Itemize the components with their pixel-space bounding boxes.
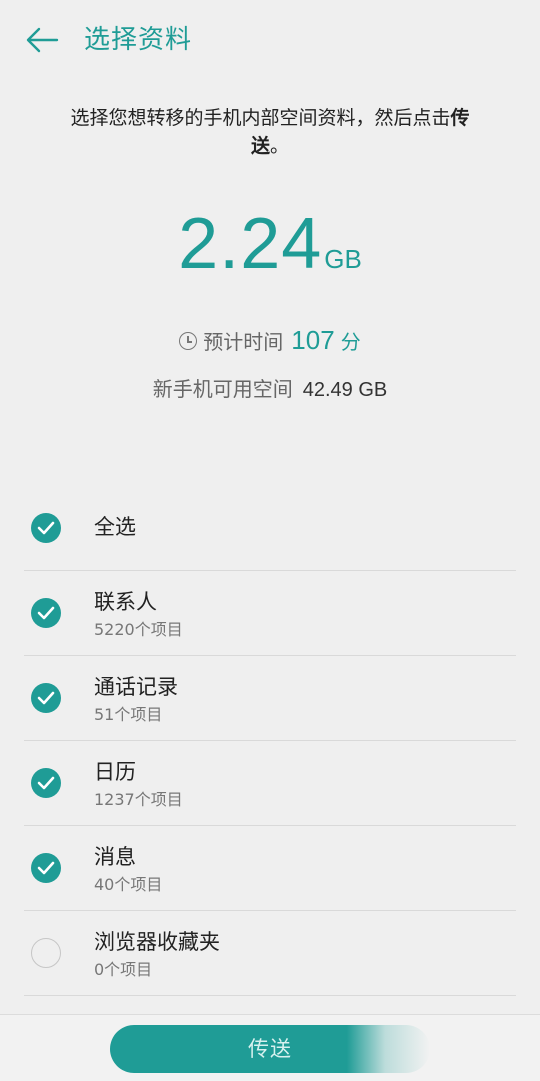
transfer-size-unit: GB (324, 244, 362, 274)
list-item-title: 消息 (94, 845, 136, 869)
list-item-count: 0个项目 (94, 960, 153, 979)
checked-icon[interactable] (31, 853, 61, 883)
page-title: 选择资料 (84, 25, 193, 55)
list-item-count: 5220个项目 (94, 620, 183, 639)
transfer-size: 2.24GB (0, 196, 540, 292)
list-item-title: 通话记录 (94, 675, 178, 699)
list-item-title: 联系人 (94, 590, 157, 614)
list-item-count: 51个项目 (94, 705, 163, 724)
list-item-count: 40个项目 (94, 875, 163, 894)
checked-icon[interactable] (31, 768, 61, 798)
instruction-text-end: 。 (270, 135, 290, 157)
list-item-messages[interactable]: 消息 40个项目 (24, 826, 516, 911)
transfer-size-value: 2.24 (178, 204, 323, 284)
available-space: 新手机可用空间 42.49 GB (0, 372, 540, 407)
checked-icon[interactable] (31, 683, 61, 713)
send-button[interactable]: 传送 (110, 1025, 430, 1073)
list-item-calendar[interactable]: 日历 1237个项目 (24, 741, 516, 826)
instruction-text: 选择您想转移的手机内部空间资料，然后点击传送。 (60, 104, 480, 160)
checked-icon[interactable] (31, 513, 61, 543)
list-item-title: 日历 (94, 760, 136, 784)
back-button[interactable] (22, 22, 62, 58)
available-space-value: 42.49 GB (302, 379, 388, 401)
unchecked-icon[interactable] (31, 938, 61, 968)
list-item-call-log[interactable]: 通话记录 51个项目 (24, 656, 516, 741)
bottom-bar: 传送 (0, 1014, 540, 1081)
data-type-list: 全选 联系人 5220个项目 通话记录 51个项目 日历 1237个项目 消息 … (24, 486, 516, 1026)
estimated-time-unit: 分 (340, 330, 361, 354)
app-bar: 选择资料 (0, 0, 540, 84)
list-item-title: 浏览器收藏夹 (94, 930, 220, 954)
list-item-browser-bookmarks[interactable]: 浏览器收藏夹 0个项目 (24, 911, 516, 996)
instruction-text-main: 选择您想转移的手机内部空间资料，然后点击 (70, 107, 451, 129)
list-item-title: 全选 (94, 515, 136, 539)
estimated-time: 预计时间 107 分 (0, 322, 540, 360)
estimated-time-value: 107 (291, 325, 335, 355)
list-item-contacts[interactable]: 联系人 5220个项目 (24, 571, 516, 656)
select-all-row[interactable]: 全选 (24, 486, 516, 571)
clock-icon (179, 332, 198, 350)
available-space-label: 新手机可用空间 (152, 377, 293, 401)
estimated-time-label: 预计时间 (203, 330, 284, 354)
arrow-left-icon (26, 27, 59, 53)
checked-icon[interactable] (31, 598, 61, 628)
list-item-count: 1237个项目 (94, 790, 183, 809)
